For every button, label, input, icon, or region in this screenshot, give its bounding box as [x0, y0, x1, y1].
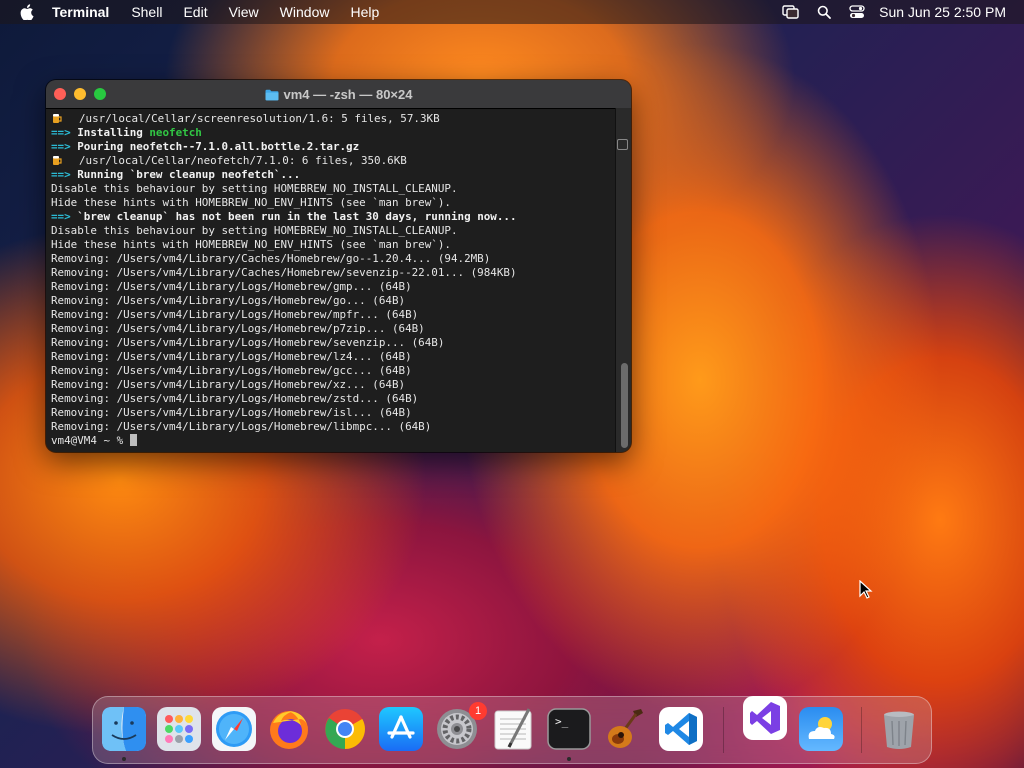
terminal-line: Removing: /Users/vm4/Library/Logs/Homebr… [51, 336, 613, 350]
vscode-icon[interactable] [659, 707, 703, 751]
running-indicator [567, 757, 571, 761]
visual-studio-icon[interactable] [743, 696, 787, 740]
terminal-text: Disable this behaviour by setting HOMEBR… [51, 224, 458, 237]
terminal-text: Removing: /Users/vm4/Library/Caches/Home… [51, 252, 491, 265]
launchpad-icon[interactable] [157, 707, 201, 751]
text-cursor [129, 434, 137, 446]
terminal-line: Removing: /Users/vm4/Library/Logs/Homebr… [51, 294, 613, 308]
terminal-line: Removing: /Users/vm4/Library/Caches/Home… [51, 266, 613, 280]
terminal-text: /usr/local/Cellar/neofetch/7.1.0: 6 file… [79, 154, 407, 167]
terminal-text: Hide these hints with HOMEBREW_NO_ENV_HI… [51, 196, 451, 209]
terminal-line: Removing: /Users/vm4/Library/Logs/Homebr… [51, 420, 613, 434]
terminal-text: Removing: /Users/vm4/Library/Logs/Homebr… [51, 378, 406, 391]
terminal-text: ==> [51, 140, 78, 153]
finder-icon[interactable] [102, 707, 146, 751]
terminal-text: Installing [77, 126, 150, 139]
scrollbar-thumb[interactable] [621, 363, 628, 448]
mouse-pointer-icon [859, 580, 873, 599]
menu-help[interactable]: Help [350, 4, 379, 20]
terminal-line: ==> Pouring neofetch--7.1.0.all.bottle.2… [51, 140, 613, 154]
terminal-text: Hide these hints with HOMEBREW_NO_ENV_HI… [51, 238, 451, 251]
terminal-text: Removing: /Users/vm4/Library/Logs/Homebr… [51, 280, 412, 293]
terminal-line: Removing: /Users/vm4/Library/Logs/Homebr… [51, 322, 613, 336]
terminal-text: Disable this behaviour by setting HOMEBR… [51, 182, 458, 195]
chrome-icon[interactable] [323, 707, 367, 751]
terminal-text: Removing: /Users/vm4/Library/Logs/Homebr… [51, 350, 412, 363]
menu-app-terminal[interactable]: Terminal [52, 4, 109, 20]
terminal-text: Removing: /Users/vm4/Library/Logs/Homebr… [51, 294, 406, 307]
svg-text:>_: >_ [555, 715, 569, 728]
menu-bar: Terminal Shell Edit View Window Help Sun… [0, 0, 1024, 24]
terminal-text: Removing: /Users/vm4/Library/Logs/Homebr… [51, 392, 419, 405]
folder-icon [265, 89, 278, 101]
terminal-line: Removing: /Users/vm4/Library/Logs/Homebr… [51, 280, 613, 294]
terminal-text: Removing: /Users/vm4/Library/Logs/Homebr… [51, 322, 425, 335]
terminal-text: vm4@VM4 ~ % [51, 434, 130, 447]
terminal-text: Removing: /Users/vm4/Library/Logs/Homebr… [51, 336, 445, 349]
garageband-icon[interactable] [603, 707, 647, 751]
terminal-line: vm4@VM4 ~ % [51, 434, 613, 448]
terminal-text: ==> [51, 210, 78, 223]
terminal-text: Removing: /Users/vm4/Library/Logs/Homebr… [51, 364, 412, 377]
terminal-line: Removing: /Users/vm4/Library/Caches/Home… [51, 252, 613, 266]
textedit-icon[interactable] [491, 707, 535, 751]
terminal-line: Disable this behaviour by setting HOMEBR… [51, 182, 613, 196]
notification-badge: 1 [469, 702, 487, 720]
dock: 1 >_ [92, 696, 932, 764]
menu-shell[interactable]: Shell [131, 4, 162, 20]
search-icon[interactable] [817, 5, 832, 19]
screen-mirroring-icon[interactable] [782, 5, 799, 19]
terminal-text: /usr/local/Cellar/screenresolution/1.6: … [79, 112, 440, 125]
terminal-text: ==> [51, 168, 78, 181]
terminal-line: ==> `brew cleanup` has not been run in t… [51, 210, 613, 224]
terminal-icon[interactable]: >_ [547, 707, 591, 751]
terminal-line: /usr/local/Cellar/neofetch/7.1.0: 6 file… [51, 154, 613, 168]
terminal-line: /usr/local/Cellar/screenresolution/1.6: … [51, 112, 613, 126]
terminal-line: Removing: /Users/vm4/Library/Logs/Homebr… [51, 350, 613, 364]
firefox-icon[interactable] [267, 707, 311, 751]
app-store-icon[interactable] [379, 707, 423, 751]
scrollbar-toggle-icon[interactable] [617, 139, 628, 150]
terminal-line: Removing: /Users/vm4/Library/Logs/Homebr… [51, 378, 613, 392]
terminal-line: Disable this behaviour by setting HOMEBR… [51, 224, 613, 238]
window-title-text: vm4 — -zsh — 80×24 [283, 87, 413, 102]
menu-view[interactable]: View [229, 4, 259, 20]
terminal-line: ==> Installing neofetch [51, 126, 613, 140]
terminal-text: Pouring neofetch--7.1.0.all.bottle.2.tar… [77, 140, 360, 153]
running-indicator [122, 757, 126, 761]
terminal-text: Removing: /Users/vm4/Library/Logs/Homebr… [51, 308, 419, 321]
terminal-line: ==> Running `brew cleanup neofetch`... [51, 168, 613, 182]
terminal-titlebar[interactable]: vm4 — -zsh — 80×24 [46, 80, 631, 109]
terminal-text: `brew cleanup` has not been run in the l… [77, 210, 517, 223]
terminal-text: Removing: /Users/vm4/Library/Caches/Home… [51, 266, 517, 279]
terminal-line: Removing: /Users/vm4/Library/Logs/Homebr… [51, 406, 613, 420]
menu-clock[interactable]: Sun Jun 25 2:50 PM [879, 4, 1006, 20]
terminal-output[interactable]: /usr/local/Cellar/screenresolution/1.6: … [51, 112, 613, 452]
trash-icon[interactable] [877, 707, 921, 751]
apple-logo-icon[interactable] [20, 4, 34, 20]
safari-icon[interactable] [212, 707, 256, 751]
weather-icon[interactable] [799, 707, 843, 751]
beer-mug-icon [51, 112, 63, 124]
terminal-line: Hide these hints with HOMEBREW_NO_ENV_HI… [51, 196, 613, 210]
menu-window[interactable]: Window [280, 4, 330, 20]
dock-separator [723, 707, 724, 753]
terminal-text: Running `brew cleanup neofetch`... [77, 168, 301, 181]
control-center-icon[interactable] [849, 5, 865, 19]
terminal-text: Removing: /Users/vm4/Library/Logs/Homebr… [51, 420, 432, 433]
terminal-window[interactable]: vm4 — -zsh — 80×24 /usr/local/Cellar/scr… [46, 80, 631, 452]
terminal-line: Removing: /Users/vm4/Library/Logs/Homebr… [51, 392, 613, 406]
dock-separator-trash [861, 707, 862, 753]
terminal-line: Removing: /Users/vm4/Library/Logs/Homebr… [51, 364, 613, 378]
terminal-line: Hide these hints with HOMEBREW_NO_ENV_HI… [51, 238, 613, 252]
terminal-text: ==> [51, 126, 78, 139]
beer-mug-icon [51, 154, 63, 166]
window-title: vm4 — -zsh — 80×24 [46, 87, 631, 102]
terminal-text: neofetch [149, 126, 202, 139]
menu-edit[interactable]: Edit [183, 4, 207, 20]
terminal-text: Removing: /Users/vm4/Library/Logs/Homebr… [51, 406, 412, 419]
terminal-line: Removing: /Users/vm4/Library/Logs/Homebr… [51, 308, 613, 322]
